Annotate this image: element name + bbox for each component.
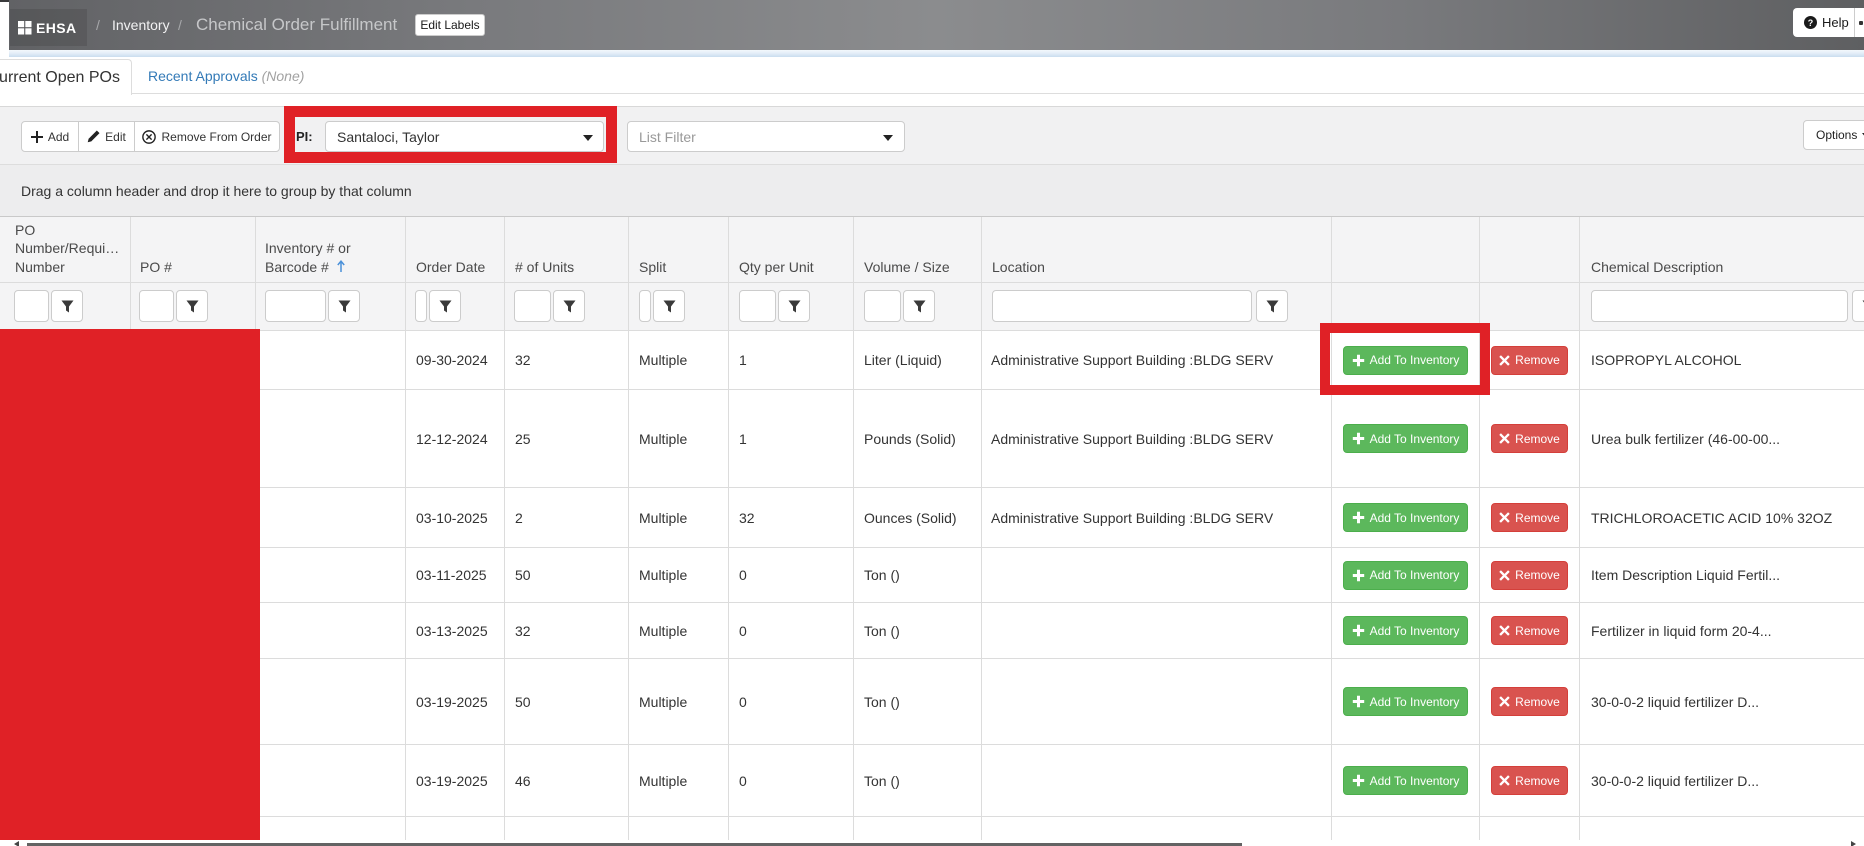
svg-text:?: ? [1808,18,1813,28]
